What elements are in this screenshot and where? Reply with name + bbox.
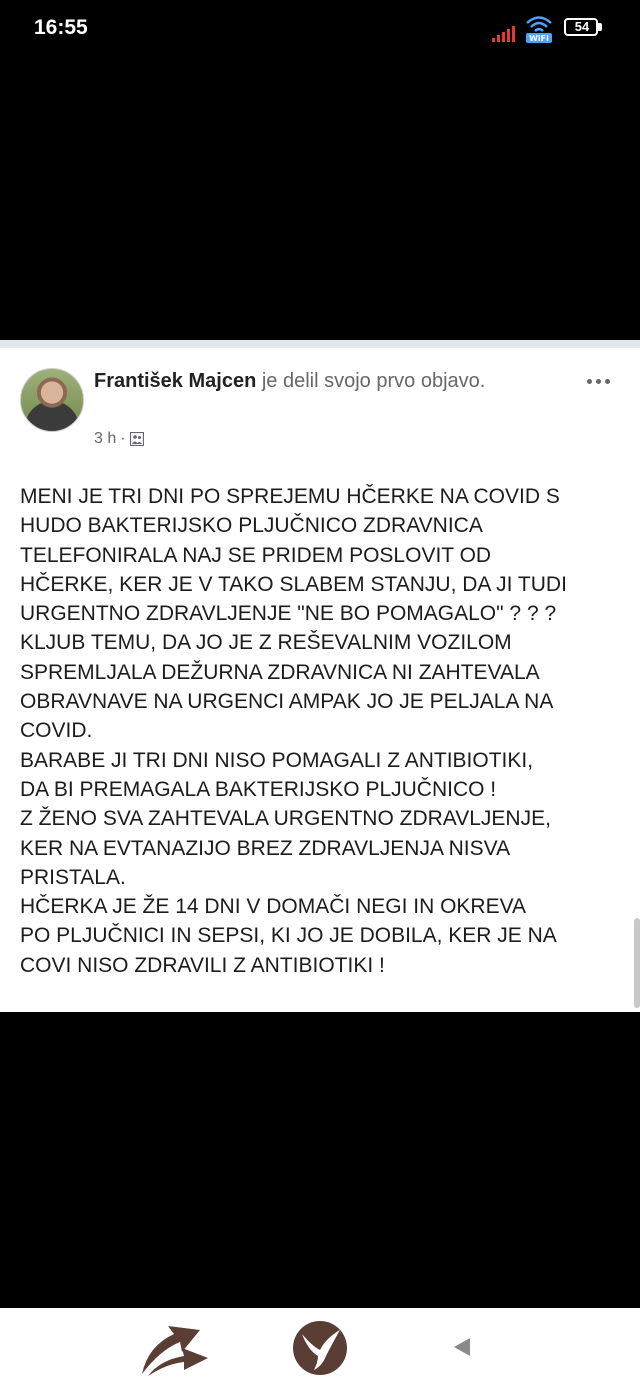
signal-bars-icon: [492, 26, 515, 42]
status-time: 16:55: [34, 16, 88, 39]
svg-text:WiFi: WiFi: [529, 34, 549, 43]
more-dots-icon: [586, 378, 592, 384]
author-name[interactable]: František Majcen: [94, 370, 256, 392]
navigation-bar: [0, 1308, 640, 1386]
post-body-line: HUDO BAKTERIJSKO PLJUČNICO ZDRAVNICA: [20, 514, 483, 538]
battery-level: 54: [574, 19, 590, 34]
post-body-line: OBRAVNAVE NA URGENCI AMPAK JO JE PELJALA…: [20, 690, 554, 714]
post-header: František Majcen je delil svojo prvo obj…: [94, 366, 534, 396]
post-body-line: HČERKA JE ŽE 14 DNI V DOMAČI NEGI IN OKR…: [20, 895, 527, 919]
friends-icon: [129, 432, 144, 446]
post-action-text: je delil svojo prvo objavo.: [256, 370, 486, 392]
avatar[interactable]: [20, 368, 84, 432]
bird-arrows-logo-icon[interactable]: [138, 1316, 212, 1378]
post-body-line: Z ŽENO SVA ZAHTEVALA URGENTNO ZDRAVLJENJ…: [20, 807, 551, 831]
battery-tip: [598, 23, 602, 31]
more-dots-icon: [595, 378, 601, 384]
post-time[interactable]: 3 h: [94, 430, 116, 448]
bird-circle-logo-icon[interactable]: [290, 1318, 350, 1378]
meta-separator: ·: [120, 430, 126, 447]
post-body-line: PRISTALA.: [20, 865, 126, 889]
more-dots-icon: [604, 378, 610, 384]
post-body-line: KER NA EVTANAZIJO BREZ ZDRAVLJENJA NISVA: [20, 836, 511, 860]
post-body-line: COVID.: [20, 719, 93, 743]
post-body-line: URGENTNO ZDRAVLJENJE "NE BO POMAGALO" ? …: [20, 602, 557, 626]
post-body: MENI JE TRI DNI PO SPREJEMU HČERKE NA CO…: [20, 482, 628, 980]
post-body-line: MENI JE TRI DNI PO SPREJEMU HČERKE NA CO…: [20, 485, 560, 508]
post-body-line: BARABE JI TRI DNI NISO POMAGALI Z ANTIBI…: [20, 748, 534, 772]
post-body-line: PO PLJUČNICI IN SEPSI, KI JO JE DOBILA, …: [20, 924, 557, 948]
wifi-icon: WiFi: [526, 16, 552, 43]
post-card: František Majcen je delil svojo prvo obj…: [0, 348, 640, 1012]
post-body-line: TELEFONIRALA NAJ SE PRIDEM POSLOVIT OD: [20, 543, 492, 567]
post-body-line: HČERKE, KER JE V TAKO SLABEM STANJU, DA …: [20, 572, 567, 596]
post-body-line: KLJUB TEMU, DA JO JE Z REŠEVALNIM VOZILO…: [20, 631, 512, 655]
more-options-button[interactable]: [580, 366, 616, 396]
back-triangle-icon[interactable]: [452, 1336, 472, 1358]
card-divider: [0, 340, 640, 348]
status-bar: 16:55 WiFi 54: [0, 0, 640, 60]
post-meta: 3 h ·: [94, 430, 144, 448]
post-body-line: SPREMLJALA DEŽURNA ZDRAVNICA NI ZAHTEVAL…: [20, 660, 540, 684]
post-body-line: COVI NISO ZDRAVILI Z ANTIBIOTIKI !: [20, 953, 385, 977]
scrollbar[interactable]: [634, 918, 640, 1008]
post-body-line: DA BI PREMAGALA BAKTERIJSKO PLJUČNICO !: [20, 777, 497, 801]
